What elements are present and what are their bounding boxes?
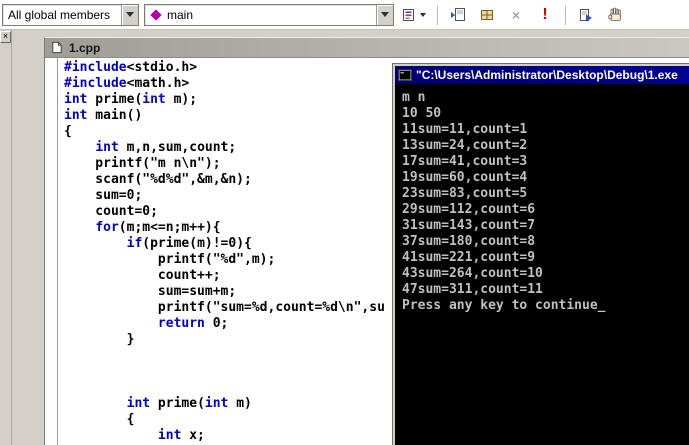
- wizard-toolbar: All global members main × !: [0, 0, 689, 30]
- code-line: count++;: [64, 268, 221, 283]
- console-icon: [398, 69, 412, 82]
- console-window: "C:\Users\Administrator\Desktop\Debug\1.…: [393, 64, 689, 445]
- build-button[interactable]: [475, 3, 499, 27]
- console-title-text: "C:\Users\Administrator\Desktop\Debug\1.…: [416, 68, 678, 82]
- code-line: printf("sum=%d,count=%d\n",su: [64, 300, 385, 315]
- console-line: 11sum=11,count=1: [402, 122, 528, 137]
- method-diamond-icon: [150, 8, 162, 21]
- chevron-down-icon[interactable]: [376, 4, 393, 25]
- toolbar-separator: [565, 4, 566, 25]
- chevron-down-icon: [420, 12, 426, 17]
- compile-button[interactable]: [446, 3, 470, 27]
- console-line: 37sum=180,count=8: [402, 234, 536, 249]
- code-line: #include<stdio.h>: [64, 60, 198, 75]
- editor-title-text: 1.cpp: [69, 40, 101, 55]
- code-line: return 0;: [157, 316, 229, 331]
- code-line: #include<math.h>: [64, 76, 190, 91]
- code-line: int x;: [157, 428, 205, 443]
- console-line: 41sum=221,count=9: [402, 250, 536, 265]
- wizard-actions-button[interactable]: [399, 3, 429, 27]
- console-line: 17sum=41,count=3: [402, 154, 528, 169]
- code-line: sum=0;: [64, 188, 143, 203]
- code-line: printf("m n\n");: [64, 156, 221, 171]
- console-line: 10 50: [402, 106, 442, 121]
- console-line: 19sum=60,count=4: [402, 170, 528, 185]
- stop-build-icon: ×: [511, 6, 521, 23]
- code-line: {: [64, 124, 72, 139]
- console-text[interactable]: m n 10 50 11sum=11,count=1 13sum=24,count=2…: [395, 84, 689, 320]
- code-line: int m,n,sum,count;: [95, 140, 237, 155]
- members-combo-value: All global members: [8, 7, 111, 22]
- console-line: m n: [402, 90, 426, 105]
- breakpoint-button[interactable]: [603, 3, 627, 27]
- toolbar-separator: [437, 4, 438, 25]
- selection-margin[interactable]: [45, 58, 58, 445]
- console-line: 23sum=83,count=5: [402, 186, 528, 201]
- function-combo-value: main: [167, 7, 194, 22]
- code-line: printf("%d",m);: [64, 252, 276, 267]
- console-line: 31sum=143,count=7: [402, 218, 536, 233]
- console-cursor: _: [597, 298, 606, 313]
- document-icon: [50, 41, 64, 54]
- ide-screen: All global members main × ! × 1.cpp #inc…: [0, 0, 689, 445]
- execute-program-button[interactable]: !: [533, 3, 557, 27]
- build-icon: [479, 7, 495, 23]
- code-line: {: [64, 412, 135, 427]
- close-icon[interactable]: ×: [0, 31, 11, 43]
- left-dock-rail: ×: [0, 30, 12, 445]
- console-line: 13sum=24,count=2: [402, 138, 528, 153]
- go-button[interactable]: [574, 3, 598, 27]
- code-line: }: [64, 332, 135, 347]
- code-line: int prime(int m): [126, 396, 252, 411]
- console-line: 47sum=311,count=11: [402, 282, 543, 297]
- code-line: if(prime(m)!=0){: [126, 236, 252, 251]
- console-line: 43sum=264,count=10: [402, 266, 543, 281]
- console-line: 29sum=112,count=6: [402, 202, 536, 217]
- breakpoint-hand-icon: [607, 7, 623, 23]
- members-combo[interactable]: All global members: [2, 3, 139, 26]
- execute-program-icon: !: [542, 5, 548, 23]
- code-line: sum=sum+m;: [64, 284, 237, 299]
- compile-icon: [450, 7, 466, 23]
- code-line: int prime(int m);: [64, 92, 198, 107]
- console-line: Press any key to continue_: [402, 298, 606, 313]
- code-line: count=0;: [64, 204, 158, 219]
- code-area[interactable]: #include<stdio.h> #include<math.h> int pri…: [58, 58, 385, 445]
- function-combo[interactable]: main: [144, 3, 394, 26]
- code-line: int main(): [64, 108, 143, 123]
- code-line: for(m;m<=n;m++){: [95, 220, 221, 235]
- chevron-down-icon[interactable]: [121, 4, 138, 25]
- console-titlebar[interactable]: "C:\Users\Administrator\Desktop\Debug\1.…: [395, 66, 689, 84]
- wizard-actions-icon: [402, 7, 418, 23]
- stop-build-button: ×: [504, 3, 528, 27]
- go-icon: [578, 7, 594, 23]
- editor-titlebar[interactable]: 1.cpp: [45, 38, 689, 58]
- code-line: scanf("%d%d",&m,&n);: [64, 172, 252, 187]
